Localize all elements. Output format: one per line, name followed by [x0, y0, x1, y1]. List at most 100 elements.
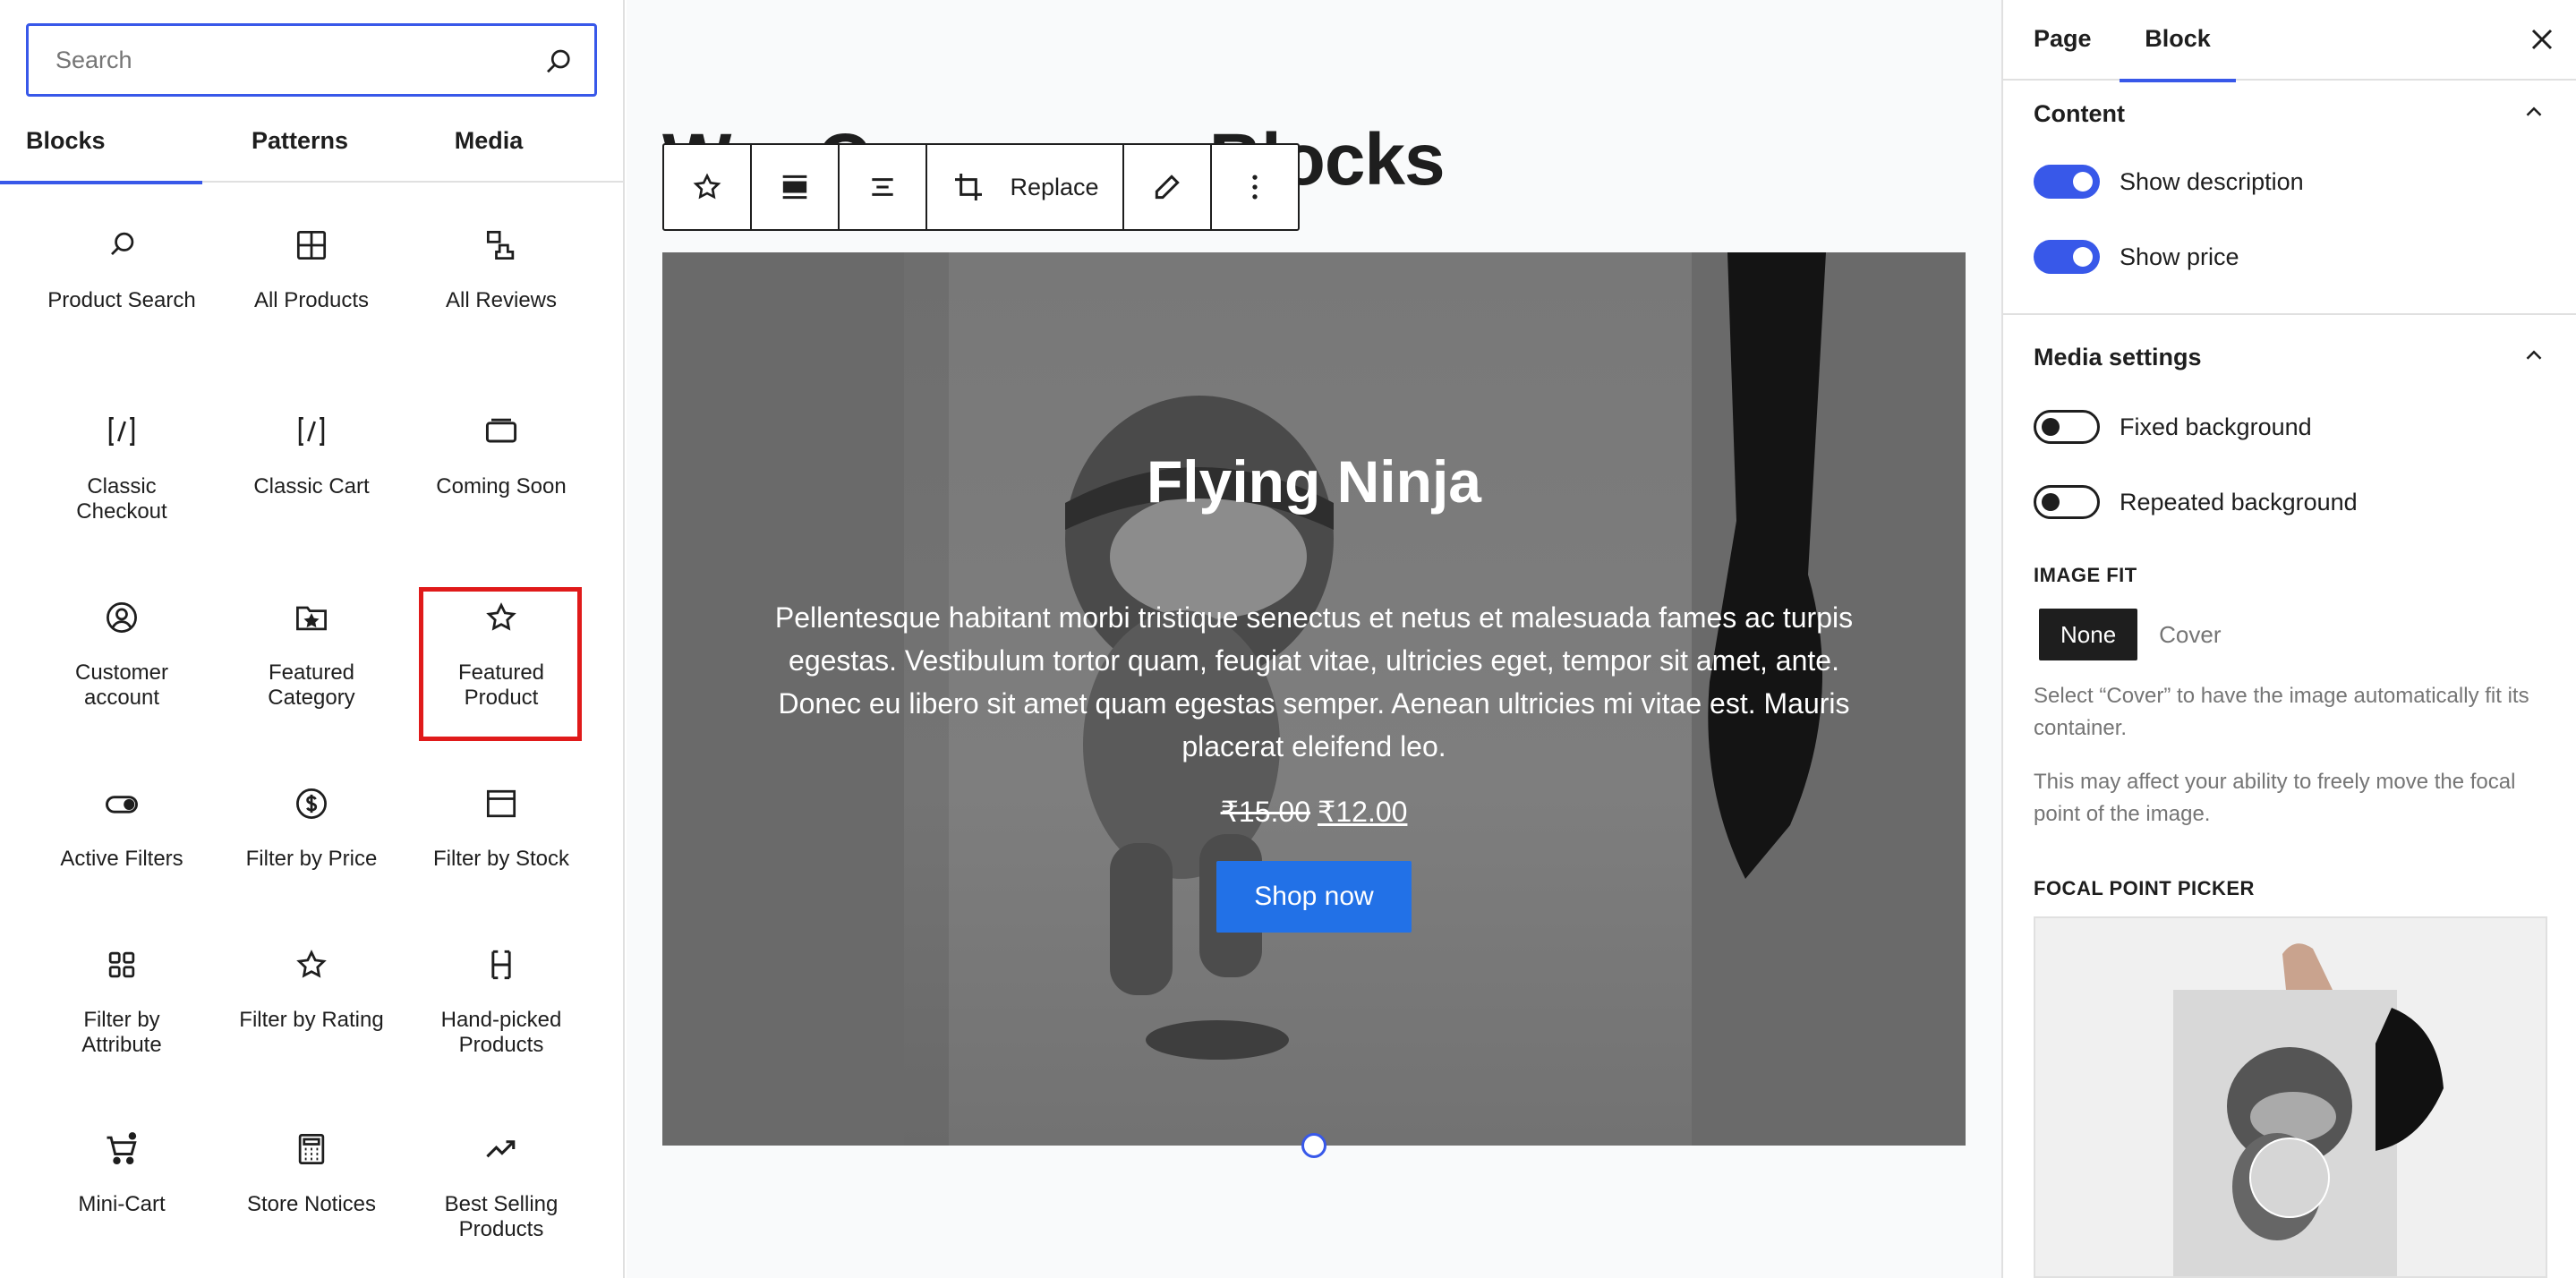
show-price-label: Show price — [2120, 243, 2239, 270]
repeated-background-toggle[interactable] — [2034, 485, 2100, 519]
repeated-background-row: Repeated background — [2034, 483, 2358, 521]
editor-canvas: WooCommerce Blocks Replace — [627, 0, 2001, 1278]
show-price-toggle[interactable] — [2034, 240, 2100, 274]
pencil-icon — [1155, 175, 1180, 200]
settings-sidebar: Page Block Content Show description Show… — [2001, 0, 2576, 1278]
product-description[interactable]: Pellentesque habitant morbi tristique se… — [752, 596, 1876, 768]
more-vertical-icon — [1252, 175, 1258, 200]
dollar-circle-icon — [296, 788, 327, 819]
block-label: Filter by Rating — [239, 1008, 384, 1032]
block-customer-account[interactable]: Customer account — [46, 598, 198, 711]
close-icon[interactable] — [2524, 21, 2560, 57]
block-filter-by-price[interactable]: Filter by Price — [235, 784, 388, 872]
resize-handle[interactable] — [1301, 1133, 1326, 1158]
block-best-selling-products[interactable]: Best Selling Products — [425, 1129, 577, 1242]
tab-page[interactable]: Page — [2034, 0, 2092, 81]
grid-dots-icon — [108, 951, 135, 978]
shop-now-button[interactable]: Shop now — [1216, 861, 1412, 933]
block-filter-by-attribute[interactable]: Filter by Attribute — [46, 945, 198, 1058]
crop-icon — [955, 174, 983, 200]
align-wide-icon — [782, 175, 807, 200]
block-label: Filter by Attribute — [81, 1008, 162, 1057]
block-mini-cart[interactable]: Mini-Cart — [46, 1129, 198, 1217]
block-label: Filter by Price — [245, 847, 378, 871]
featured-product-block[interactable]: Flying Ninja Pellentesque habitant morbi… — [662, 252, 1966, 1146]
trending-icon — [486, 1140, 516, 1158]
block-store-notices[interactable]: Store Notices — [235, 1129, 388, 1217]
shortcode-icon — [298, 416, 325, 447]
focal-point-label: FOCAL POINT PICKER — [2034, 877, 2255, 899]
star-icon — [693, 173, 721, 200]
content-position-button[interactable] — [840, 145, 927, 229]
repeated-background-label: Repeated background — [2120, 488, 2358, 515]
show-description-label: Show description — [2120, 167, 2304, 195]
show-description-toggle[interactable] — [2034, 165, 2100, 199]
block-label: Active Filters — [60, 847, 183, 871]
block-all-reviews[interactable]: All Reviews — [425, 226, 577, 313]
block-label: Product Search — [47, 288, 196, 312]
tab-block[interactable]: Block — [2120, 0, 2236, 82]
star-icon — [296, 950, 327, 978]
block-toolbar: Replace — [662, 143, 1300, 231]
chevron-up-icon[interactable] — [2521, 342, 2547, 369]
block-coming-soon[interactable]: Coming Soon — [425, 412, 577, 499]
reviews-icon — [486, 230, 515, 260]
block-label: Hand-picked Products — [440, 1008, 562, 1057]
block-inserter-panel: Blocks Patterns Media Product Search All… — [0, 0, 625, 1278]
block-hand-picked-products[interactable]: Hand-picked Products — [425, 945, 577, 1058]
search-input[interactable] — [29, 26, 594, 94]
focal-help: This may affect your ability to freely m… — [2034, 770, 2516, 826]
tab-patterns[interactable]: Patterns — [202, 111, 397, 183]
block-label: Store Notices — [246, 1192, 377, 1216]
block-label: All Products — [253, 288, 370, 312]
focal-point-picker[interactable] — [2034, 916, 2547, 1278]
grid-icon — [296, 230, 327, 260]
settings-tabs: Page Block — [2003, 0, 2576, 82]
show-description-row: Show description — [2034, 163, 2304, 200]
image-fit-control: None Cover — [2039, 609, 2243, 660]
block-label: Customer account — [74, 660, 169, 710]
focal-preview-image — [2173, 943, 2444, 1276]
block-classic-checkout[interactable]: Classic Checkout — [46, 412, 198, 524]
selection-highlight — [419, 587, 582, 741]
tab-blocks[interactable]: Blocks — [0, 111, 202, 184]
fixed-background-label: Fixed background — [2120, 413, 2312, 440]
user-circle-icon — [107, 602, 137, 633]
block-filter-by-stock[interactable]: Filter by Stock — [425, 784, 577, 872]
product-title[interactable]: Flying Ninja — [662, 447, 1966, 515]
box-icon — [486, 789, 516, 818]
block-label: All Reviews — [445, 288, 558, 312]
search-icon[interactable] — [542, 46, 575, 78]
block-type-button[interactable] — [664, 145, 752, 229]
tab-media[interactable]: Media — [397, 111, 580, 183]
price-regular: ₹15.00 — [1220, 796, 1310, 828]
image-fit-cover[interactable]: Cover — [2137, 609, 2242, 660]
edit-image-button[interactable] — [1124, 145, 1212, 229]
search-icon — [111, 232, 134, 256]
block-all-products[interactable]: All Products — [235, 226, 388, 313]
chevron-up-icon[interactable] — [2521, 98, 2547, 125]
block-label: Coming Soon — [436, 474, 567, 498]
panel-divider — [2003, 313, 2576, 315]
block-active-filters[interactable]: Active Filters — [46, 784, 198, 872]
block-filter-by-rating[interactable]: Filter by Rating — [235, 945, 388, 1033]
justify-center-icon — [872, 178, 893, 196]
image-fit-none[interactable]: None — [2039, 609, 2138, 660]
content-panel-title[interactable]: Content — [2034, 100, 2125, 128]
image-fit-label: IMAGE FIT — [2034, 564, 2137, 586]
block-classic-cart[interactable]: Classic Cart — [235, 412, 388, 499]
block-label: Filter by Stock — [432, 847, 570, 871]
fixed-background-toggle[interactable] — [2034, 410, 2100, 444]
block-label: Featured Category — [268, 660, 355, 710]
crop-replace-button[interactable]: Replace — [927, 145, 1124, 229]
folder-star-icon — [296, 606, 327, 631]
align-button[interactable] — [752, 145, 840, 229]
more-options-button[interactable] — [1212, 145, 1298, 229]
inserter-tabs: Blocks Patterns Media — [0, 111, 623, 184]
block-label: Mini-Cart — [78, 1192, 166, 1216]
block-product-search[interactable]: Product Search — [46, 226, 198, 313]
block-label: Classic Checkout — [76, 474, 167, 524]
card-icon — [485, 418, 517, 443]
block-featured-category[interactable]: Featured Category — [235, 598, 388, 711]
media-settings-title[interactable]: Media settings — [2034, 344, 2202, 371]
